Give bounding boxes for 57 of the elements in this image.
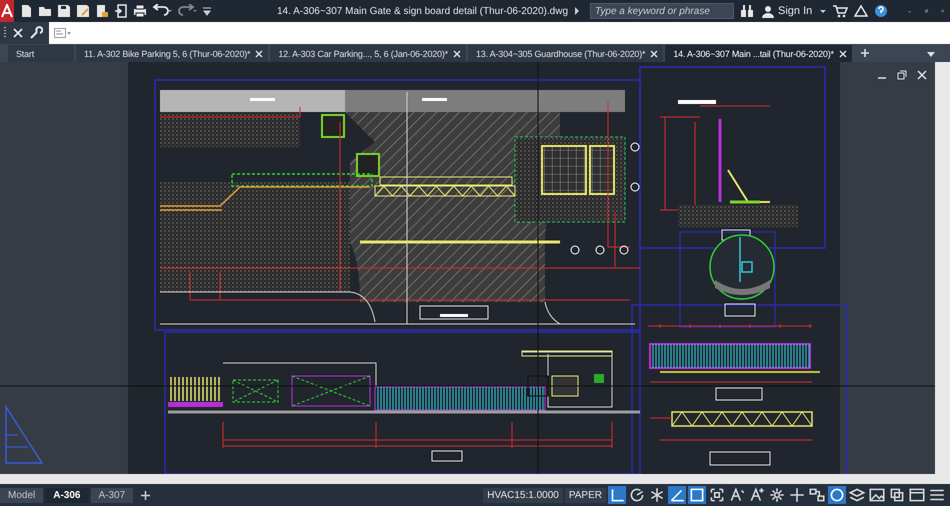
close-icon[interactable] [255, 50, 264, 58]
search-field[interactable]: Type a keyword or phrase [590, 3, 734, 19]
redo-icon[interactable] [177, 4, 197, 18]
stack-icon[interactable] [888, 486, 906, 504]
file-tab[interactable]: Start [8, 45, 74, 62]
restore-icon[interactable] [897, 70, 907, 80]
application-menu-button[interactable] [0, 0, 14, 22]
circle-arrow-icon[interactable] [628, 486, 646, 504]
new-tab-icon[interactable] [860, 48, 870, 58]
layers-icon[interactable] [848, 486, 866, 504]
plus-icon[interactable] [788, 486, 806, 504]
layout-tab[interactable]: A-306 [45, 488, 88, 502]
right-angle-icon[interactable] [608, 486, 626, 504]
close-icon[interactable] [917, 70, 927, 80]
wrench-icon[interactable] [29, 26, 43, 40]
new-layout-icon[interactable] [141, 490, 150, 500]
undo-icon[interactable] [152, 4, 172, 18]
prompt-icon[interactable] [54, 28, 72, 38]
circle-icon[interactable] [828, 486, 846, 504]
user-icon [762, 4, 774, 18]
horizontal-scrollbar[interactable] [0, 474, 950, 484]
boxes-icon[interactable] [808, 486, 826, 504]
layout-tab[interactable]: A-307 [90, 488, 134, 502]
close-icon[interactable] [13, 28, 23, 38]
layout-tab[interactable]: Model [0, 488, 44, 502]
print-icon[interactable] [133, 4, 147, 18]
file-tab[interactable]: 12. A-303 Car Parking..., 5, 6 (Jan-06-2020)* [270, 45, 466, 62]
letter-a-icon[interactable] [728, 486, 746, 504]
crossed-lines-icon[interactable] [648, 486, 666, 504]
close-icon[interactable] [452, 50, 461, 58]
window-title: 14. A-306~307 Main Gate & sign board detail (Thur-06-2020).dwg [277, 6, 568, 16]
vertical-scrollbar[interactable] [935, 62, 950, 474]
command-line-field[interactable] [49, 22, 950, 44]
square-icon[interactable] [688, 486, 706, 504]
new-file-icon[interactable] [19, 4, 33, 18]
save-as-icon[interactable] [76, 4, 90, 18]
angle-icon[interactable] [668, 486, 686, 504]
close-icon[interactable] [838, 50, 847, 58]
file-tab[interactable]: 11. A-302 Bike Parking 5, 6 (Thur-06-2020)* [76, 45, 268, 62]
annotation-scale[interactable]: HVAC15:1.0000 [483, 488, 563, 502]
share-icon[interactable] [114, 4, 128, 18]
close-icon[interactable] [650, 50, 658, 58]
sign-in-button[interactable]: Sign In [760, 4, 814, 18]
ucs-triangle-icon [4, 405, 44, 465]
window-icon[interactable] [908, 486, 926, 504]
file-tab[interactable]: 13. A-304~305 Guardhouse (Thur-06-2020)* [468, 45, 664, 62]
gear-icon[interactable] [768, 486, 786, 504]
folder-icon[interactable] [38, 4, 52, 18]
image-icon[interactable] [868, 486, 886, 504]
paper-space-toggle[interactable]: PAPER [564, 488, 606, 502]
file-tab[interactable]: 14. A-306~307 Main ...tail (Thur-06-2020)* [665, 45, 852, 62]
document-icon[interactable] [95, 4, 109, 18]
dropdown-icon[interactable] [926, 50, 936, 58]
cart-icon[interactable] [832, 4, 848, 18]
save-icon[interactable] [57, 4, 71, 18]
expand-arrow-icon[interactable] [573, 6, 582, 16]
letter-a-plus-icon[interactable] [748, 486, 766, 504]
